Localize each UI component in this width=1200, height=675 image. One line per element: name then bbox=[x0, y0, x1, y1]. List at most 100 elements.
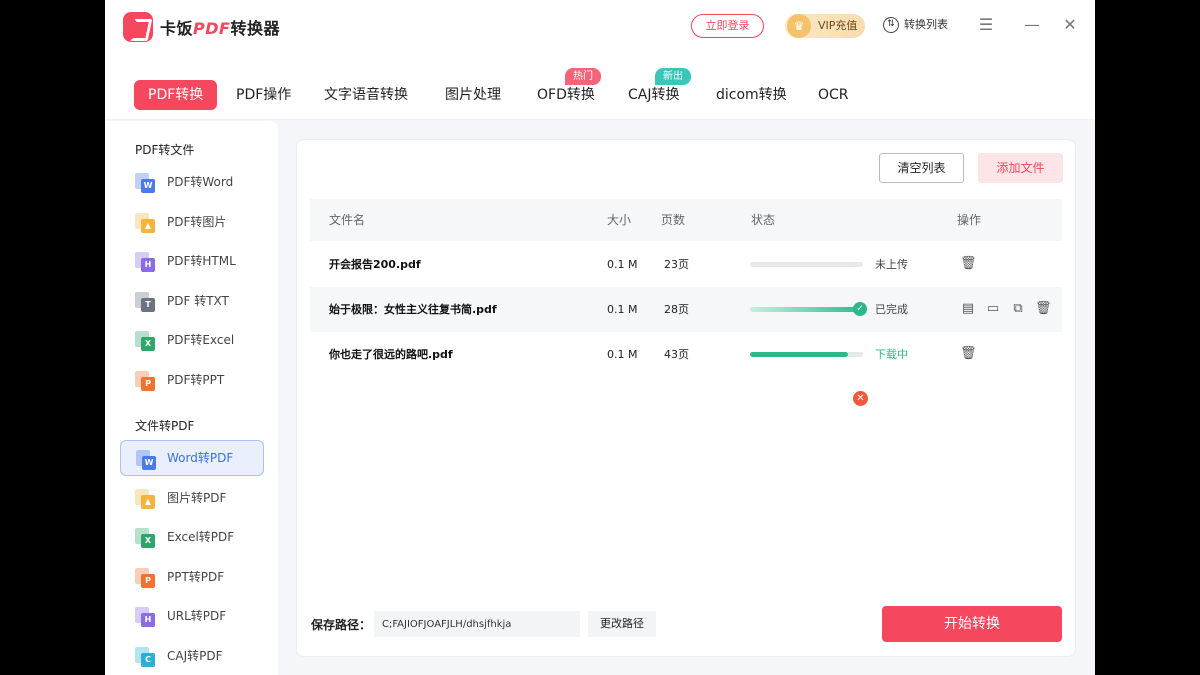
open-folder-icon[interactable]: ▭ bbox=[985, 301, 1001, 317]
app-window: 卡饭PDF转换器 立即登录 ♛ VIP充值 ⇅ 转换列表 ☰ — ✕ PDF转换 … bbox=[105, 0, 1095, 675]
minimize-icon[interactable]: — bbox=[1022, 14, 1042, 36]
menu-icon[interactable]: ☰ bbox=[976, 14, 996, 36]
sidebar-item-ppt[interactable]: P PDF转PPT bbox=[120, 362, 264, 398]
sidebar-item-excel[interactable]: X PDF转Excel bbox=[120, 322, 264, 358]
header-size: 大小 bbox=[607, 213, 632, 227]
file-front-shape: T bbox=[141, 297, 155, 312]
file-front-shape: W bbox=[141, 179, 155, 193]
file-front-shape: H bbox=[141, 258, 155, 272]
header-name: 文件名 bbox=[329, 213, 366, 227]
copy-icon[interactable]: ⧉ bbox=[1010, 301, 1026, 317]
crown-icon: ♛ bbox=[787, 14, 811, 38]
add-file-button[interactable]: 添加文件 bbox=[978, 153, 1063, 183]
swap-icon: ⇅ bbox=[883, 17, 899, 33]
sidebar-item-word[interactable]: W Word转PDF bbox=[120, 440, 264, 476]
brand-pdf: PDF bbox=[193, 19, 231, 38]
sidebar-item-image[interactable]: ▲ 图片转PDF bbox=[120, 480, 264, 516]
check-icon: ✓ bbox=[853, 302, 867, 316]
table-row: 你也走了很远的路吧.pdf 0.1 M 43页 下载中 🗑 bbox=[310, 332, 1062, 377]
vip-button[interactable]: ♛ VIP充值 bbox=[785, 14, 865, 38]
sidebar-item-txt[interactable]: T PDF 转TXT bbox=[120, 283, 264, 319]
tab-pdf-convert[interactable]: PDF转换 bbox=[134, 80, 218, 110]
excel-icon: X bbox=[135, 528, 155, 548]
sidebar-item-label: PDF转Word bbox=[167, 175, 234, 189]
table-header: 文件名 大小 页数 状态 操作 bbox=[310, 199, 1062, 241]
caj-icon: C bbox=[135, 646, 155, 667]
sidebar-item-url[interactable]: H URL转PDF bbox=[120, 598, 264, 634]
file-size: 0.1 M bbox=[607, 258, 638, 271]
title-bar: 卡饭PDF转换器 立即登录 ♛ VIP充值 ⇅ 转换列表 ☰ — ✕ bbox=[105, 0, 1095, 56]
sidebar-item-excel[interactable]: X Excel转PDF bbox=[120, 519, 264, 555]
progress-bar bbox=[750, 352, 863, 357]
sidebar-item-label: CAJ转PDF bbox=[167, 648, 223, 663]
file-front-shape: ▲ bbox=[141, 218, 155, 233]
start-convert-button[interactable]: 开始转换 bbox=[882, 606, 1062, 642]
hot-badge: 热门 bbox=[565, 68, 601, 85]
progress-bar bbox=[750, 307, 863, 312]
section-title-pdf-to-file: PDF转文件 bbox=[135, 143, 195, 157]
image-icon: ▲ bbox=[135, 488, 155, 509]
sidebar-item-label: PDF 转TXT bbox=[167, 293, 229, 308]
file-front-shape: C bbox=[141, 652, 155, 667]
word-icon: W bbox=[136, 450, 156, 470]
close-icon[interactable]: ✕ bbox=[1060, 14, 1080, 36]
excel-icon: X bbox=[135, 331, 155, 351]
conversion-list-label: 转换列表 bbox=[904, 18, 948, 31]
delete-icon[interactable]: 🗑 bbox=[960, 346, 977, 362]
file-panel: 清空列表 添加文件 文件名 大小 页数 状态 操作 开会报告200.pdf 0.… bbox=[296, 139, 1076, 657]
login-button[interactable]: 立即登录 bbox=[691, 14, 764, 38]
save-icon[interactable]: ▤ bbox=[960, 301, 976, 317]
file-size: 0.1 M bbox=[607, 303, 638, 316]
tab-ocr[interactable]: OCR bbox=[818, 80, 849, 110]
sidebar-item-label: Excel转PDF bbox=[167, 530, 235, 544]
progress-fill bbox=[750, 352, 849, 357]
file-front-shape: X bbox=[141, 534, 155, 548]
main-tabs: PDF转换 PDF操作 文字语音转换 图片处理 OFD转换 热门 CAJ转换 新… bbox=[105, 56, 1095, 120]
sidebar-item-label: 图片转PDF bbox=[167, 490, 227, 505]
file-front-shape: H bbox=[141, 613, 155, 627]
vip-label: VIP充值 bbox=[818, 19, 858, 32]
sidebar-item-label: PDF转PPT bbox=[167, 372, 225, 387]
header-pages: 页数 bbox=[661, 213, 686, 227]
delete-icon[interactable]: 🗑 bbox=[1035, 301, 1052, 317]
progress-fill bbox=[750, 307, 863, 312]
tab-text-speech[interactable]: 文字语音转换 bbox=[324, 80, 408, 110]
image-icon: ▲ bbox=[135, 212, 155, 233]
sidebar-item-html[interactable]: H PDF转HTML bbox=[120, 243, 264, 279]
delete-icon[interactable]: 🗑 bbox=[960, 256, 977, 272]
file-status: 已完成 bbox=[875, 303, 908, 316]
sidebar: PDF转文件 W PDF转Word ▲ PDF转图片 H PDF转HTML T PDF 转TX… bbox=[105, 121, 278, 675]
sidebar-item-image[interactable]: ▲ PDF转图片 bbox=[120, 204, 264, 240]
word-icon: W bbox=[135, 173, 155, 193]
ppt-icon: P bbox=[135, 370, 155, 391]
sidebar-item-ppt[interactable]: P PPT转PDF bbox=[120, 559, 264, 595]
app-logo-icon bbox=[123, 12, 153, 42]
file-status: 未上传 bbox=[875, 258, 908, 271]
sidebar-item-word[interactable]: W PDF转Word bbox=[120, 164, 264, 200]
file-front-shape: W bbox=[142, 456, 156, 470]
html-icon: H bbox=[135, 252, 155, 272]
tab-pdf-operate[interactable]: PDF操作 bbox=[236, 80, 291, 110]
sidebar-item-caj[interactable]: C CAJ转PDF bbox=[120, 638, 264, 674]
table-row: 始于极限：女性主义往复书简.pdf 0.1 M 28页 ✓ 已完成 ▤ ▭ ⧉ … bbox=[310, 287, 1062, 332]
error-icon[interactable]: ✕ bbox=[853, 391, 868, 406]
file-name: 始于极限：女性主义往复书简.pdf bbox=[329, 303, 497, 316]
ppt-icon: P bbox=[135, 567, 155, 588]
txt-icon: T bbox=[135, 291, 155, 312]
change-path-button[interactable]: 更改路径 bbox=[588, 611, 656, 637]
clear-list-button[interactable]: 清空列表 bbox=[879, 153, 964, 183]
file-pages: 43页 bbox=[664, 348, 689, 361]
new-badge: 新出 bbox=[655, 68, 691, 85]
save-path-input[interactable] bbox=[374, 611, 580, 637]
sidebar-item-label: PDF转图片 bbox=[167, 214, 227, 229]
sidebar-item-label: Word转PDF bbox=[167, 451, 234, 465]
file-status: 下载中 bbox=[875, 348, 908, 361]
tab-dicom[interactable]: dicom转换 bbox=[716, 80, 787, 110]
conversion-list-button[interactable]: ⇅ 转换列表 bbox=[883, 16, 948, 34]
file-pages: 28页 bbox=[664, 303, 689, 316]
app-title: 卡饭PDF转换器 bbox=[160, 15, 280, 39]
file-front-shape: X bbox=[141, 337, 155, 351]
section-title-file-to-pdf: 文件转PDF bbox=[135, 419, 195, 433]
tab-image[interactable]: 图片处理 bbox=[445, 80, 501, 110]
save-path-label: 保存路径： bbox=[311, 618, 372, 632]
